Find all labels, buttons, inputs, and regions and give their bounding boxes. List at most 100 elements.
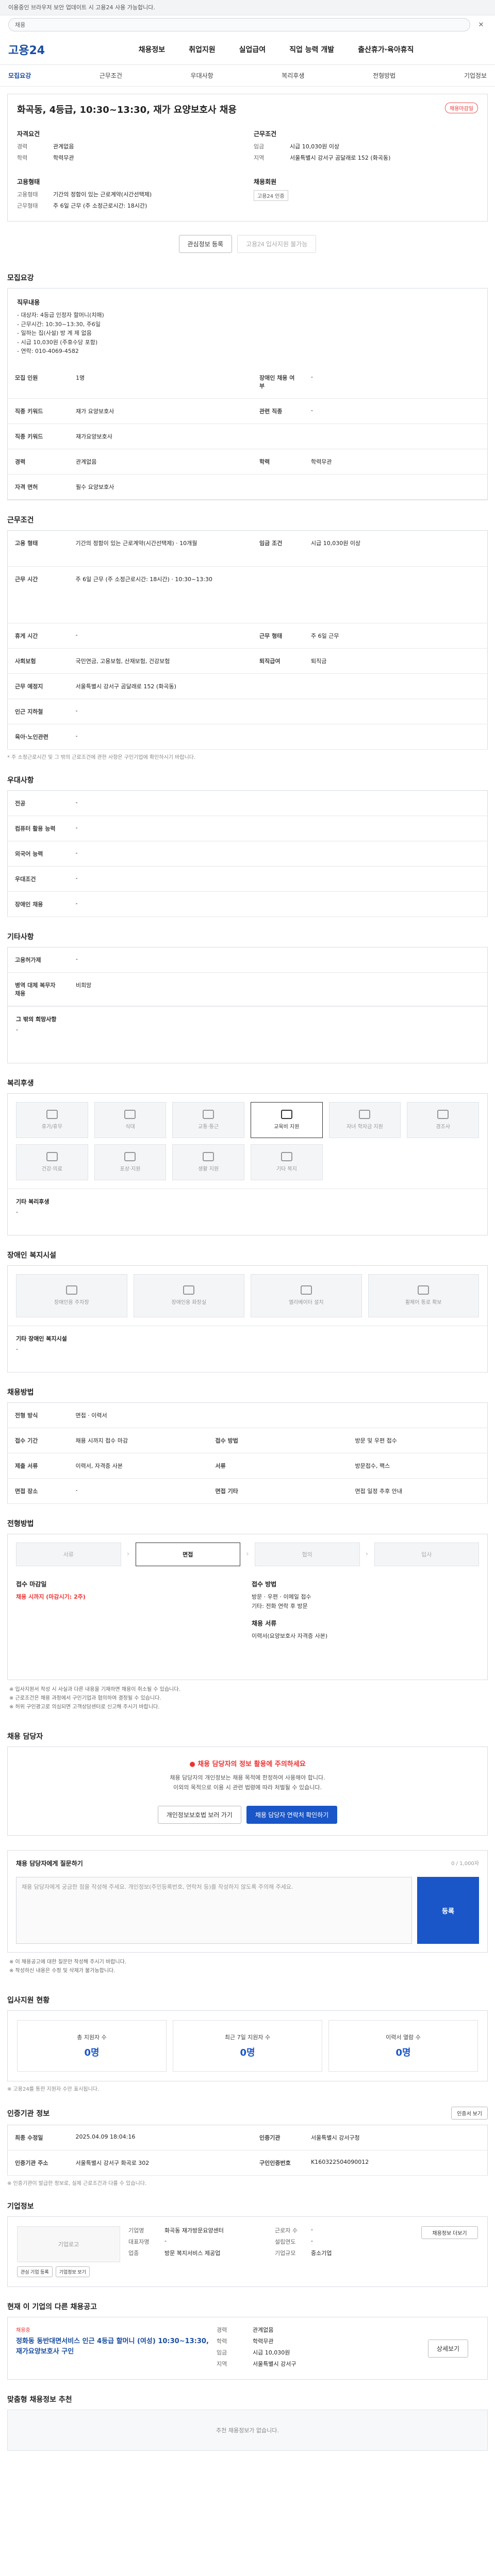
row-key: 학력: [252, 449, 304, 474]
other-job-card[interactable]: 채용중 정화동 동반대면서비스 인근 4등급 할머니 (여성) 10:30~13…: [7, 2317, 488, 2380]
kv-value: 서울특별시 강서구 곰달래로 152 (화곡동): [290, 155, 391, 161]
company-logo: 기업로고: [17, 2226, 120, 2263]
row-key: 컴퓨터 활용 능력: [7, 816, 69, 841]
note-line: ※ 허위 구인광고로 의심되면 고객상담센터로 신고해 주시기 바랍니다.: [9, 1704, 160, 1710]
global-nav: 고용24 채용정보 취업지원 실업급여 직업 능력 개발 출산휴가·육아휴직: [0, 34, 495, 65]
page-footer: [7, 2471, 488, 2502]
kv-key: 기업명: [128, 2227, 144, 2234]
disability-label: 휠체어 통로 확보: [405, 1300, 442, 1306]
row-value: 이력서, 자격증 사본: [68, 1453, 208, 1479]
search-input[interactable]: 채용: [8, 18, 470, 31]
welfare-icon: [124, 1152, 136, 1162]
process-notes: ※ 입사지원서 작성 시 사실과 다른 내용을 기재하면 채용이 취소될 수 있…: [7, 1680, 488, 1717]
inquiry-textarea[interactable]: 채용 담당자에게 궁금한 점을 작성해 주세요. 개인정보(주민등록번호, 연락…: [16, 1877, 412, 1944]
kv-value: 화곡동 재가방문요양센터: [164, 2227, 224, 2234]
other-job-title[interactable]: 정화동 동반대면서비스 인근 4등급 할머니 (여성) 10:30~13:30,…: [16, 2336, 209, 2357]
inquiry-submit-button[interactable]: 등록: [417, 1877, 479, 1944]
privacy-law-button[interactable]: 개인정보보호법 보러 가기: [157, 1806, 241, 1824]
wheelchair-icon: [418, 1285, 430, 1295]
stat-label: 총 지원자 수: [77, 2034, 107, 2041]
method-section: 채용방법 전형 방식 면접 · 이력서 접수 기간 채용 시까지 접수 마감 접수 방…: [7, 1387, 488, 1504]
welfare-card: 기타 복지: [251, 1144, 323, 1180]
welfare-label: 교육비 지원: [274, 1124, 300, 1130]
section-title: 모집요강: [7, 274, 34, 282]
company-info-button[interactable]: 기업정보 보기: [55, 2266, 90, 2278]
stat-label: 최근 7일 지원자 수: [224, 2034, 271, 2041]
summary-qualifications: 자격요건 경력 관계없음 학력 학력무관: [17, 129, 241, 165]
table-row: 직종 키워드 재가요양보호사: [8, 423, 487, 449]
row-key: 접수 기간: [7, 1428, 69, 1453]
row-value: 채용 시까지 접수 마감: [68, 1428, 208, 1453]
gnb-item-training[interactable]: 직업 능력 개발: [289, 44, 334, 55]
stat-views: 이력서 열람 수 0명: [328, 2020, 478, 2072]
search-bar-row: 채용 ✕: [0, 15, 495, 34]
gnb-item-leave[interactable]: 출산휴가·육아휴직: [358, 44, 414, 55]
row-key: 병역 대체 복무자 채용: [8, 972, 69, 1006]
tab-welfare[interactable]: 복리후생: [282, 71, 304, 80]
row-key: 인증기관 주소: [7, 2150, 69, 2176]
section-title: 우대사항: [7, 776, 34, 785]
row-value: 방문 및 우편 접수: [348, 1428, 488, 1453]
close-icon[interactable]: ✕: [475, 21, 487, 29]
gnb-menu: 채용정보 취업지원 실업급여 직업 능력 개발 출산휴가·육아휴직: [65, 44, 487, 55]
disability-label: 엘리베이터 설치: [288, 1300, 324, 1306]
scrap-button[interactable]: 관심정보 등록: [178, 235, 233, 253]
reg-note: ※ 인증기관이 발급한 정보로, 실제 근로조건과 다를 수 있습니다.: [7, 2181, 147, 2187]
welfare-card: 포상·지원: [94, 1144, 167, 1180]
welfare-label: 건강·의료: [41, 1166, 62, 1173]
stat-value: 0명: [240, 2047, 255, 2059]
row-value: -: [68, 841, 488, 867]
gnb-item-support[interactable]: 취업지원: [189, 44, 216, 55]
row-value: 서울특별시 강서구 곰달래로 152 (화곡동): [68, 673, 488, 699]
section-title: 채용 담당자: [7, 1732, 43, 1741]
certified-button[interactable]: 고용24 인증: [254, 190, 288, 201]
row-value: -: [68, 699, 488, 724]
gnb-item-unemployment[interactable]: 실업급여: [239, 44, 266, 55]
welfare-label: 휴가/휴무: [41, 1124, 62, 1130]
section-title: 현재 이 기업의 다른 채용공고: [7, 2303, 97, 2312]
row-value: -: [68, 816, 488, 841]
gnb-item-jobs[interactable]: 채용정보: [139, 44, 166, 55]
kv-key: 경력: [217, 2327, 227, 2334]
kv-value: 시급 10,030원: [253, 2349, 290, 2357]
kv-value: -: [164, 2238, 167, 2245]
kv-key: 학력: [217, 2338, 227, 2345]
row-key: 사회보험: [7, 648, 69, 674]
row-key: 장애인 채용: [7, 891, 69, 917]
show-contact-button[interactable]: 채용 담당자 연락처 확인하기: [246, 1806, 338, 1824]
welfare-card: 생활 지원: [172, 1144, 244, 1180]
tab-process[interactable]: 전형방법: [373, 71, 395, 80]
row-value: 재가 요양보호사: [69, 398, 252, 424]
extra-wish-value: -: [16, 1026, 18, 1033]
row-key: 최종 수정일: [7, 2125, 69, 2151]
browser-notice-bar: 이용중인 브라우저 보안 업데이트 시 고용24 사용 가능합니다.: [0, 0, 495, 15]
kv-value: 서울특별시 강서구: [253, 2361, 296, 2368]
duty-line: - 연락: 010-4069-4582: [17, 348, 79, 355]
table-row: 고용허가제 -: [8, 947, 487, 973]
reg-section: 인증기관 정보 인증서 보기 최종 수정일 2025.04.09 18:04:16…: [7, 2107, 488, 2187]
more-jobs-button[interactable]: 채용정보 더보기: [421, 2226, 478, 2240]
kv-key: 학력: [17, 155, 28, 161]
tab-company[interactable]: 기업정보: [464, 71, 487, 80]
table-row: 경력 관계없음 학력 학력무관: [8, 449, 487, 474]
table-row: 컴퓨터 활용 능력 -: [7, 816, 488, 841]
inquiry-notes: ※ 이 채용공고에 대한 질문만 작성해 주시기 바랍니다. ※ 작성하신 내용…: [7, 1953, 488, 1980]
reg-table: 최종 수정일 2025.04.09 18:04:16 인증기관 서울특별시 강서구청 …: [7, 2125, 488, 2176]
conditions-section: 근무조건 고용 형태 기간의 정함이 있는 근로계약(시간선택제) · 10개월 임…: [7, 515, 488, 760]
other-job-detail-button[interactable]: 상세보기: [427, 2339, 469, 2358]
step-1: 서류: [16, 1542, 121, 1566]
welfare-grid: 휴가/휴무 식대 교통·통근 교육비 지원 자녀 학자금 지원 경조사 건강·의료 포상·지원…: [8, 1094, 487, 1189]
tab-recruit[interactable]: 모집요강: [8, 71, 31, 80]
apply-button[interactable]: 고용24 입사지원 불가능: [237, 235, 317, 253]
kv-key: 지역: [254, 155, 265, 161]
tab-preferred[interactable]: 우대사항: [191, 71, 213, 80]
table-row: 사회보험 국민연금, 고용보험, 산재보험, 건강보험 퇴직급여 퇴직금: [7, 648, 488, 674]
tab-conditions[interactable]: 근무조건: [100, 71, 122, 80]
recruit-table: 모집 인원 1명 장애인 채용 여부 - 직종 키워드 재가 요양보호사 관련 직종 - 직…: [8, 365, 487, 500]
fav-company-button[interactable]: 관심 기업 등록: [17, 2266, 53, 2278]
certificate-button[interactable]: 인증서 보기: [451, 2107, 488, 2120]
site-logo[interactable]: 고용24: [8, 41, 45, 58]
deadline-badge: 채용마감일: [445, 103, 478, 113]
welfare-label: 경조사: [436, 1124, 450, 1130]
kv-value: 시급 10,030원 이상: [290, 143, 340, 150]
